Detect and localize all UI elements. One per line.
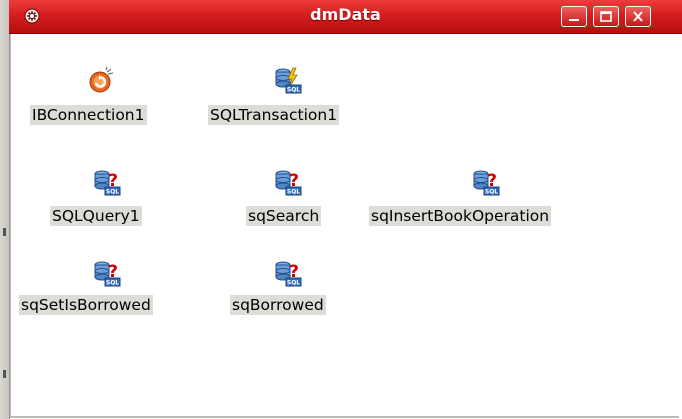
- sql-query-icon: ? SQL: [94, 261, 121, 287]
- component-label: sqInsertBookOperation: [369, 206, 552, 226]
- svg-text:SQL: SQL: [287, 189, 300, 196]
- close-icon: [633, 11, 643, 22]
- minimize-icon: [569, 19, 579, 21]
- svg-text:SQL: SQL: [485, 189, 498, 196]
- edge-marker: [3, 370, 6, 378]
- svg-text:SQL: SQL: [106, 280, 119, 287]
- maximize-button[interactable]: [593, 6, 619, 27]
- window-left-edge: [0, 0, 10, 419]
- component-label: IBConnection1: [30, 105, 147, 125]
- component-label: SQLTransaction1: [208, 105, 340, 125]
- sql-transaction-icon: SQL: [275, 67, 302, 94]
- title-bar[interactable]: dmData: [9, 0, 682, 34]
- sql-query-icon: ? SQL: [275, 170, 302, 196]
- sql-query-icon: ? SQL: [275, 261, 302, 287]
- component-label: sqBorrowed: [230, 295, 326, 315]
- component-label: SQLQuery1: [50, 206, 142, 226]
- sql-query-icon: ? SQL: [473, 170, 500, 196]
- datamodule-canvas[interactable]: IBConnection1 SQL SQLTransaction1 ? SQL …: [10, 34, 679, 418]
- maximize-icon: [600, 11, 612, 22]
- component-label: sqSearch: [246, 206, 322, 226]
- minimize-button[interactable]: [561, 6, 587, 27]
- window-frame: dmData IBConnection1 SQL SQLTransaction1…: [0, 0, 682, 419]
- component-label: sqSetIsBorrowed: [19, 295, 153, 315]
- svg-text:SQL: SQL: [106, 189, 119, 196]
- svg-text:SQL: SQL: [287, 87, 300, 94]
- svg-text:SQL: SQL: [287, 280, 300, 287]
- sql-query-icon: ? SQL: [94, 170, 121, 196]
- edge-marker: [3, 228, 6, 236]
- ib-connection-icon: [89, 66, 114, 93]
- close-button[interactable]: [625, 6, 651, 27]
